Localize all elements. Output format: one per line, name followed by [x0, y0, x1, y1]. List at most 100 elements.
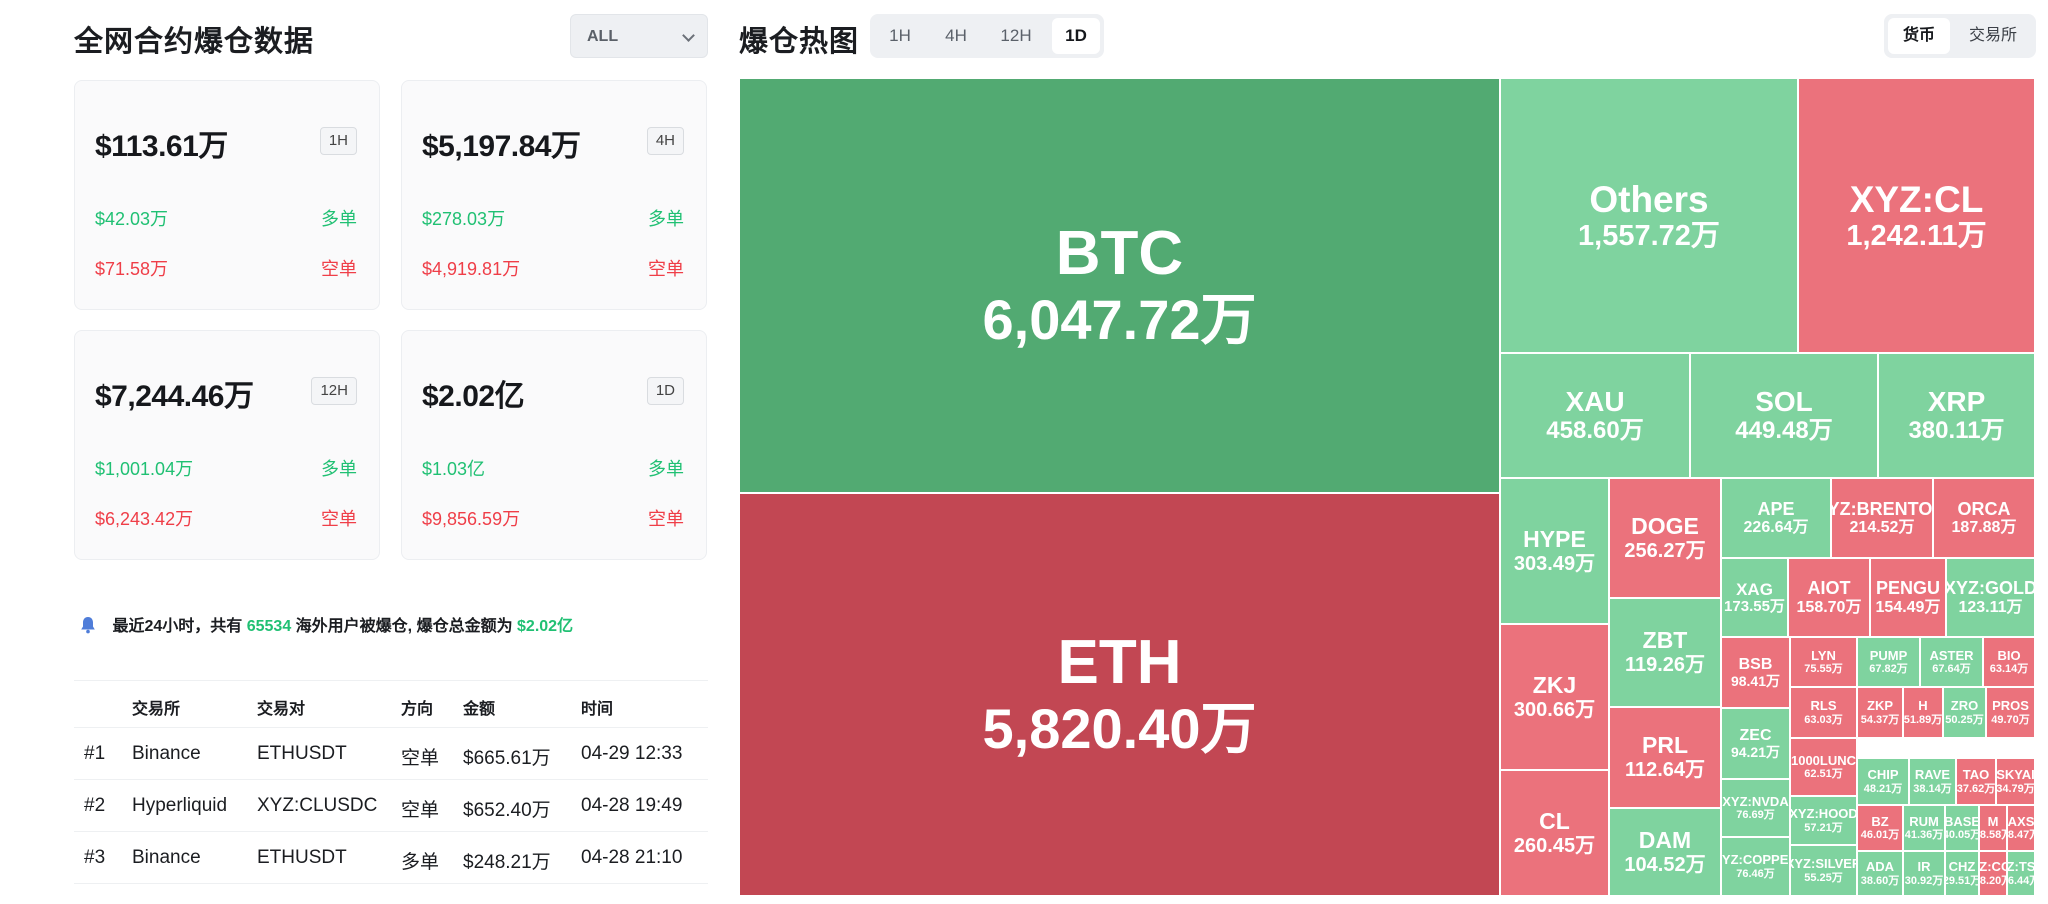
table-row[interactable]: #2 Hyperliquid XYZ:CLUSDC 空单 $652.40万 04… — [74, 780, 708, 832]
card-long-value: $42.03万 — [95, 209, 169, 229]
exchange-filter-select[interactable]: ALL — [570, 14, 708, 58]
treemap-tile[interactable]: M38.58万 — [1979, 805, 2007, 851]
treemap-tile[interactable]: PUMP 67.82万 — [1857, 637, 1920, 687]
treemap-tile[interactable]: ZEC 94.21万 — [1721, 708, 1790, 779]
treemap-tile[interactable]: XYZ:SILVER55.25万 — [1790, 845, 1857, 896]
tile-amount: 98.41万 — [1730, 672, 1781, 689]
tile-amount: 50.25万 — [1945, 713, 1984, 726]
tile-amount: 55.25万 — [1804, 871, 1843, 884]
card-short-label: 空单 — [648, 259, 684, 279]
card-long-label: 多单 — [648, 209, 684, 229]
treemap-tile[interactable]: ASTER 67.64万 — [1920, 637, 1983, 687]
tab-4h[interactable]: 4H — [930, 18, 982, 54]
treemap-tile[interactable]: LYN 75.55万 — [1790, 637, 1857, 687]
treemap-tile[interactable]: XYZ:COIN28.20万 — [1979, 851, 2007, 896]
treemap-tile[interactable]: XYZ:BRENTOIL214.52万 — [1831, 478, 1933, 558]
tile-symbol: H — [1918, 698, 1928, 714]
treemap-tile[interactable]: ZKJ 300.66万 — [1500, 624, 1609, 770]
treemap-tile[interactable]: ZKP 54.37万 — [1857, 687, 1903, 738]
treemap-tile[interactable]: DOGE 256.27万 — [1609, 478, 1721, 598]
row-pair: ETHUSDT — [257, 743, 347, 764]
tile-amount: 6,047.72万 — [982, 287, 1257, 351]
tile-amount: 38.14万 — [1913, 782, 1952, 795]
treemap-tile[interactable]: BSB 98.41万 — [1721, 637, 1790, 708]
tile-symbol: ADA — [1865, 859, 1895, 875]
tab-1d[interactable]: 1D — [1052, 18, 1100, 54]
treemap-tile[interactable]: XAG 173.55万 — [1721, 558, 1788, 637]
treemap-tile[interactable]: ZBT 119.26万 — [1609, 598, 1721, 707]
card-long-label: 多单 — [321, 459, 357, 479]
tile-amount: 63.03万 — [1804, 713, 1843, 726]
treemap-tile[interactable]: XRP 380.11万 — [1878, 353, 2035, 478]
treemap-tile[interactable]: PRL 112.64万 — [1609, 707, 1721, 808]
toggle-currency[interactable]: 货币 — [1888, 18, 1950, 54]
tile-amount: 112.64万 — [1624, 759, 1706, 782]
treemap-tile[interactable]: BIO 63.14万 — [1983, 637, 2035, 687]
treemap-tile[interactable]: SKYAI 34.79万 — [1996, 758, 2035, 805]
treemap-tile[interactable]: XYZ:HOOD 57.21万 — [1790, 796, 1857, 845]
tile-symbol: SOL — [1755, 386, 1813, 418]
treemap-tile[interactable]: IR 30.92万 — [1903, 851, 1945, 896]
tile-symbol: ZKP — [1867, 698, 1893, 714]
treemap-tile[interactable]: AIOT 158.70万 — [1788, 558, 1870, 637]
tile-symbol: ZBT — [1642, 627, 1688, 654]
treemap-tile[interactable]: XYZ:NVDA 76.69万 — [1721, 779, 1790, 837]
card-long-label: 多单 — [648, 459, 684, 479]
tile-symbol: DAM — [1638, 826, 1692, 853]
tile-amount: 303.49万 — [1513, 552, 1596, 575]
treemap-tile[interactable]: H 51.89万 — [1903, 687, 1943, 738]
treemap-tile[interactable]: RLS 63.03万 — [1790, 687, 1857, 738]
tile-symbol: PUMP — [1869, 647, 1908, 663]
table-row[interactable]: #1 Binance ETHUSDT 空单 $665.61万 04-29 12:… — [74, 728, 708, 780]
treemap-tile[interactable]: BTC 6,047.72万 — [739, 78, 1500, 493]
timeframe-tabs: 1H 4H 12H 1D — [870, 14, 1104, 58]
stats-card-12h: $7,244.46万 12H $1,001.04万 多单 $6,243.42万 … — [74, 330, 380, 560]
toggle-exchange[interactable]: 交易所 — [1954, 18, 2032, 54]
treemap-tile[interactable]: RAVE 38.14万 — [1909, 758, 1956, 805]
treemap-tile[interactable]: CHZ29.51万 — [1945, 851, 1979, 896]
treemap-tile[interactable]: CHIP 48.21万 — [1857, 758, 1909, 805]
tile-amount: 26.44万 — [2007, 874, 2034, 887]
tile-symbol: BZ — [1871, 813, 1889, 829]
treemap-tile[interactable]: PENGU 154.49万 — [1870, 558, 1946, 637]
tile-symbol: SKYAI — [1996, 767, 2035, 783]
treemap-tile[interactable]: XYZ:GOLD 123.11万 — [1946, 558, 2035, 637]
row-time: 04-29 12:33 — [581, 743, 683, 764]
tile-symbol: XYZ:TSLA — [2007, 859, 2035, 875]
table-row[interactable]: #3 Binance ETHUSDT 多单 $248.21万 04-28 21:… — [74, 832, 708, 884]
tile-amount: 48.21万 — [1863, 782, 1903, 795]
tile-amount: 214.52万 — [1849, 519, 1915, 537]
treemap-tile[interactable]: AXS38.47万 — [2007, 805, 2035, 851]
treemap-tile[interactable]: Others 1,557.72万 — [1500, 78, 1798, 353]
treemap-tile[interactable]: 1000LUNC 62.51万 — [1790, 738, 1857, 796]
treemap-tile[interactable]: RUM 41.36万 — [1903, 805, 1945, 851]
treemap-tile[interactable]: ADA 38.60万 — [1857, 851, 1903, 896]
treemap-tile[interactable]: SOL 449.48万 — [1690, 353, 1878, 478]
treemap-tile[interactable]: HYPE 303.49万 — [1500, 478, 1609, 624]
group-by-toggle: 货币 交易所 — [1884, 14, 2036, 58]
row-time: 04-28 19:49 — [581, 795, 683, 816]
treemap-tile[interactable]: BZ 46.01万 — [1857, 805, 1903, 851]
treemap-tile[interactable]: BASE40.05万 — [1945, 805, 1979, 851]
treemap-tile[interactable]: DAM 104.52万 — [1609, 808, 1721, 896]
treemap-tile[interactable]: XYZ:CL 1,242.11万 — [1798, 78, 2035, 353]
tile-symbol: Others — [1589, 178, 1709, 220]
tab-12h[interactable]: 12H — [986, 18, 1046, 54]
treemap-tile[interactable]: PROS 49.70万 — [1986, 687, 2035, 738]
treemap-tile[interactable]: APE 226.64万 — [1721, 478, 1831, 558]
tile-symbol: ETH — [1057, 628, 1182, 698]
card-period-badge: 1D — [646, 377, 684, 405]
treemap-tile[interactable]: TAO 37.62万 — [1956, 758, 1996, 805]
treemap-tile[interactable]: ZRO 50.25万 — [1943, 687, 1986, 738]
tile-amount: 380.11万 — [1908, 416, 2005, 444]
treemap-tile[interactable]: XYZ:TSLA26.44万 — [2007, 851, 2035, 896]
tile-symbol: CL — [1539, 807, 1570, 834]
treemap-tile[interactable]: CL 260.45万 — [1500, 770, 1609, 896]
treemap-tile[interactable]: XYZ:COPPER76.46万 — [1721, 837, 1790, 896]
treemap-tile[interactable]: ORCA 187.88万 — [1933, 478, 2035, 558]
treemap-tile[interactable]: XAU 458.60万 — [1500, 353, 1690, 478]
tab-1h[interactable]: 1H — [874, 18, 926, 54]
card-total: $2.02亿 — [422, 380, 525, 413]
treemap-tile[interactable]: ETH 5,820.40万 — [739, 493, 1500, 896]
card-short-value: $4,919.81万 — [422, 259, 521, 279]
